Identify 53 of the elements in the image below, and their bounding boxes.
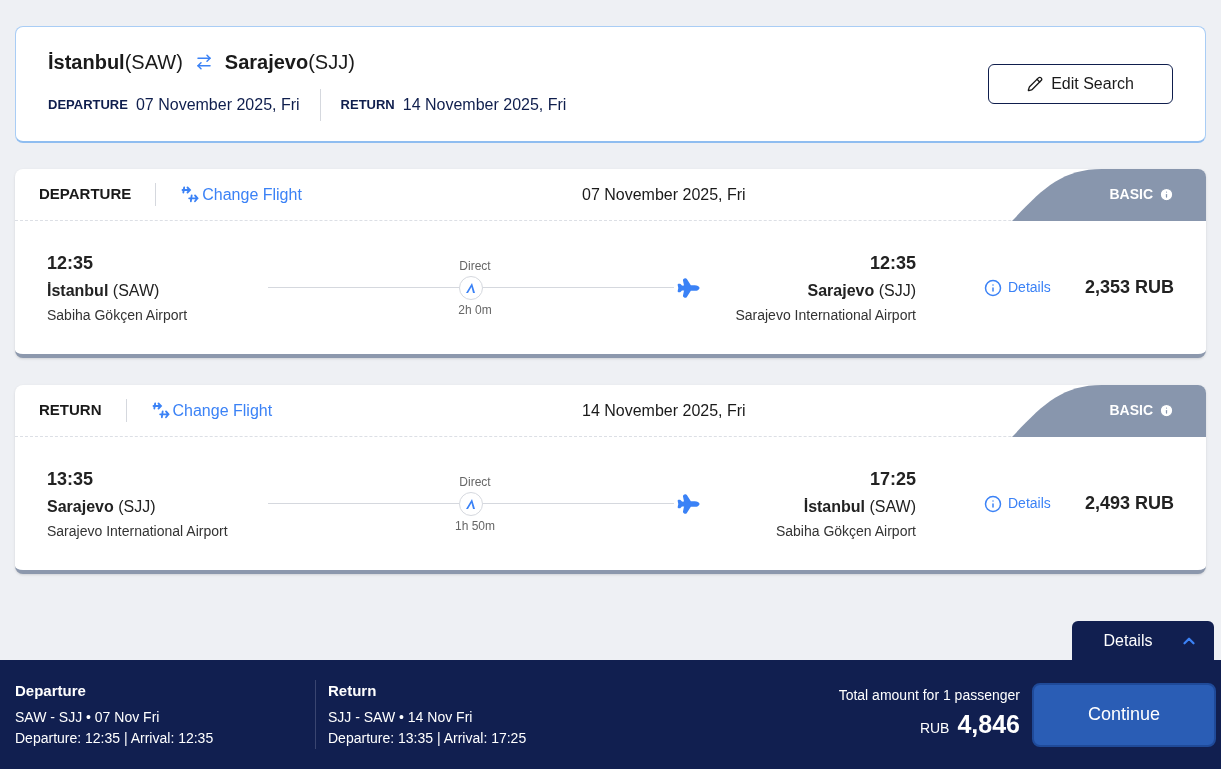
stops-label: Direct	[459, 473, 492, 491]
flight-date: 14 November 2025, Fri	[582, 400, 746, 421]
leg-times: Departure: 12:35 | Arrival: 12:35	[15, 728, 215, 748]
info-icon	[984, 494, 1002, 513]
departure-airport: Sarajevo International Airport	[47, 521, 229, 541]
departure-city: Sarajevo (SJJ)	[47, 496, 157, 517]
info-icon	[984, 278, 1002, 297]
leg-label: RETURN	[39, 399, 127, 422]
leg-route: SJJ - SAW • 14 Nov Fri	[328, 707, 474, 727]
leg-label: DEPARTURE	[39, 183, 157, 206]
flight-price: 2,353 RUB	[1084, 276, 1174, 299]
continue-button[interactable]: Continue	[1032, 682, 1216, 747]
departure-city: İstanbul (SAW)	[47, 280, 161, 301]
flight-date: 07 November 2025, Fri	[582, 184, 746, 205]
leg-title: Departure	[15, 681, 87, 702]
duration-label: 1h 50m	[455, 517, 496, 535]
origin-city: İstanbul(SAW)	[48, 50, 183, 75]
departure-time: 12:35	[47, 251, 95, 275]
arrival-time: 17:25	[869, 467, 916, 491]
flight-price: 2,493 RUB	[1084, 492, 1174, 515]
date-label: DEPARTURE	[48, 96, 128, 115]
arrival-city: Sarajevo (SJJ)	[807, 280, 916, 301]
details-link[interactable]: Details	[984, 493, 1051, 514]
total-label: Total amount for 1 passenger	[838, 686, 1020, 706]
change-flight-link[interactable]: Change Flight	[150, 398, 273, 423]
swap-icon	[194, 53, 213, 71]
pencil-icon	[1027, 76, 1044, 92]
date-label: RETURN	[340, 96, 395, 115]
duration-label: 2h 0m	[458, 301, 493, 319]
details-tab[interactable]: Details	[1072, 621, 1214, 660]
fare-label: BASIC	[1109, 401, 1153, 420]
total-currency: RUB	[919, 719, 950, 739]
details-link[interactable]: Details	[984, 277, 1051, 298]
stops-label: Direct	[459, 257, 492, 275]
leg-title: Return	[328, 681, 378, 702]
arrival-airport: Sabiha Gökçen Airport	[775, 521, 916, 541]
planes-icon	[180, 184, 201, 205]
date-value: 14 November 2025, Fri	[402, 95, 567, 115]
change-flight-link[interactable]: Change Flight	[180, 182, 302, 207]
departure-time: 13:35	[47, 467, 95, 491]
planes-icon	[150, 400, 171, 421]
fare-label: BASIC	[1109, 185, 1153, 204]
date-value: 07 November 2025, Fri	[135, 95, 300, 115]
destination-city: Sarajevo(SJJ)	[224, 50, 355, 75]
edit-search-button[interactable]: Edit Search	[988, 64, 1173, 104]
arrival-time: 12:35	[869, 251, 916, 275]
departure-airport: Sabiha Gökçen Airport	[47, 305, 189, 325]
arrival-city: İstanbul (SAW)	[803, 496, 916, 517]
total-price: 4,846	[957, 709, 1020, 741]
leg-times: Departure: 13:35 | Arrival: 17:25	[328, 728, 527, 748]
arrival-airport: Sarajevo International Airport	[735, 305, 916, 325]
leg-route: SAW - SJJ • 07 Nov Fri	[15, 707, 161, 727]
airline-logo	[459, 491, 483, 516]
